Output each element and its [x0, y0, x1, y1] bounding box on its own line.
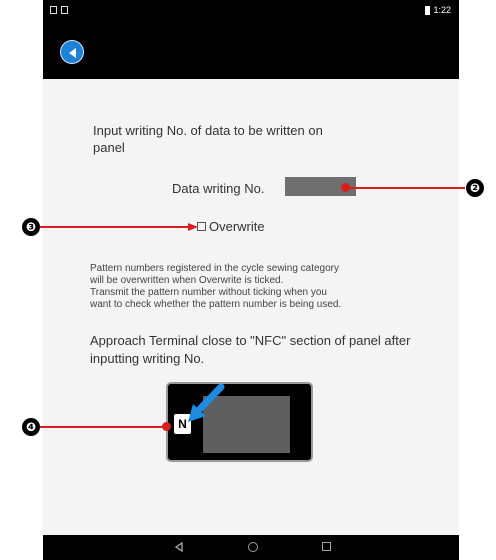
recent-apps-icon[interactable] [322, 542, 331, 551]
note-text: Pattern numbers registered in the cycle … [90, 263, 420, 311]
app-bar [43, 23, 459, 79]
notification-icons [50, 6, 68, 14]
note-line: will be overwritten when Overwrite is ti… [90, 275, 284, 286]
overwrite-checkbox[interactable] [197, 222, 206, 231]
callout-2-number: ❷ [466, 179, 484, 197]
back-icon[interactable] [174, 542, 184, 552]
status-time: 1:22 [433, 5, 451, 15]
panel-illustration: N [166, 382, 313, 462]
note-line: Transmit the pattern number without tick… [90, 287, 327, 298]
back-circle-icon [69, 48, 76, 58]
sd-card-icon [61, 6, 68, 14]
arrow-icon [188, 384, 225, 422]
callout-4-number: ❹ [22, 418, 40, 436]
callout-2-line [344, 187, 465, 189]
note-line: want to check whether the pattern number… [90, 299, 342, 310]
tablet-screen: 1:22 Input writing No. of data to be wri… [43, 0, 459, 560]
overwrite-label: Overwrite [209, 219, 265, 234]
callout-3-line [40, 226, 193, 228]
callout-4-line [40, 426, 165, 428]
approach-text: Approach Terminal close to "NFC" section… [90, 333, 411, 366]
instruction-text: Input writing No. of data to be written … [93, 123, 323, 155]
callout-4-dot [162, 422, 171, 431]
callout-3-number: ❸ [22, 218, 40, 236]
status-bar: 1:22 [43, 0, 459, 23]
data-writing-label: Data writing No. [172, 181, 265, 196]
back-button[interactable] [60, 40, 84, 64]
overwrite-option[interactable]: Overwrite [197, 219, 265, 234]
battery-icon [425, 5, 431, 15]
notification-icon [50, 6, 57, 14]
home-icon[interactable] [248, 542, 258, 552]
note-line: Pattern numbers registered in the cycle … [90, 263, 340, 274]
callout-3-arrowhead [188, 223, 198, 231]
navigation-bar [43, 535, 459, 560]
status-right: 1:22 [425, 5, 451, 15]
callout-2-dot [341, 183, 350, 192]
main-content: Input writing No. of data to be written … [43, 79, 459, 535]
